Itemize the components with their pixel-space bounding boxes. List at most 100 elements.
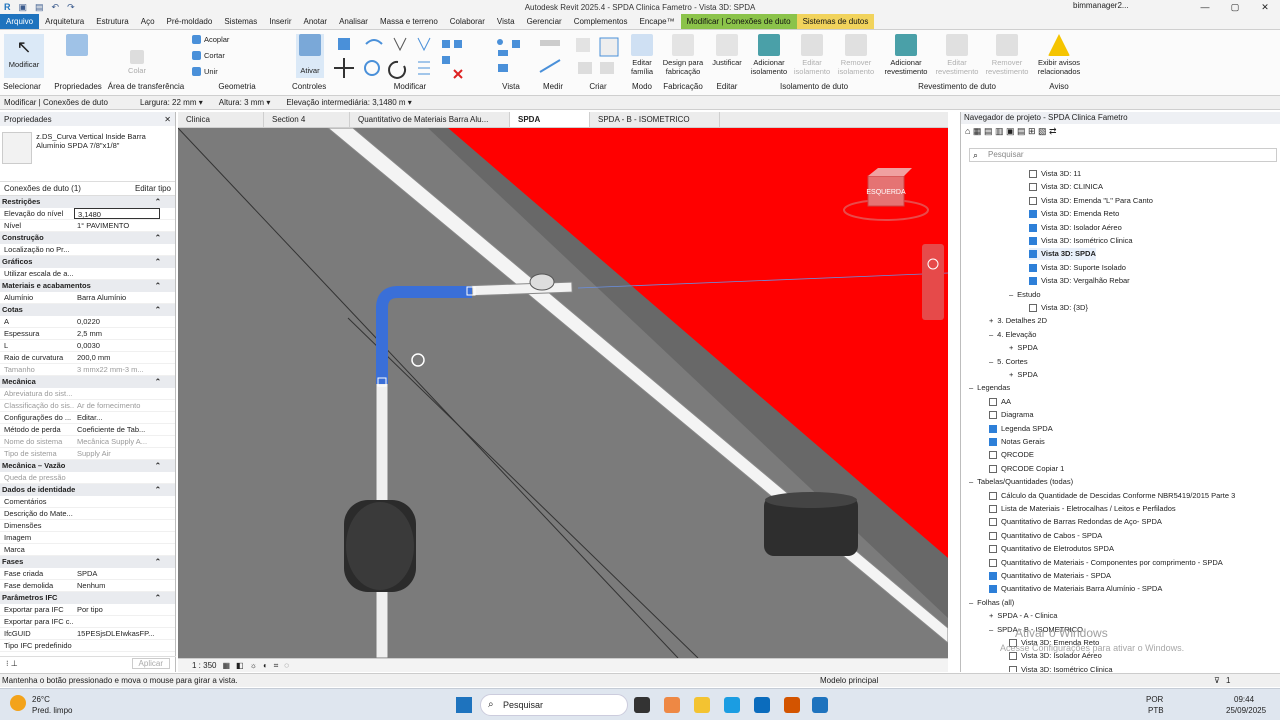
edit-family-button[interactable]: Editar família	[628, 34, 656, 76]
view-tab[interactable]: Clinica	[178, 112, 264, 127]
ribbon-tab[interactable]: Colaborar	[444, 14, 491, 29]
remove-lining-button[interactable]: Remover revestimento	[982, 34, 1032, 76]
ribbon-tab[interactable]: Inserir	[263, 14, 297, 29]
temporary-hide-icon[interactable]: ◌	[284, 661, 289, 670]
minimize-icon[interactable]: —	[1190, 0, 1220, 14]
apply-button[interactable]: Aplicar	[131, 658, 170, 669]
browser-tree-item[interactable]: Vista 3D: Emenda "L" Para Canto	[1029, 195, 1153, 207]
browser-tree-item[interactable]: Legenda SPDA	[989, 423, 1053, 435]
browser-tree-item[interactable]: Vista 3D: Isométrico Clinica	[1009, 664, 1113, 672]
browser-tree-item[interactable]: Vista 3D: Isométrico Clinica	[1029, 235, 1133, 247]
property-value[interactable]: 3 mmx22 mm-3 m...	[74, 364, 160, 375]
browser-tree-item[interactable]: – Tabelas/Quantidades (todas)	[969, 476, 1073, 488]
property-value[interactable]: Barra Alumínio	[74, 292, 160, 303]
close-palette-icon[interactable]: ✕	[164, 115, 171, 124]
property-value[interactable]: Nenhum	[74, 580, 160, 591]
revit-taskbar-icon[interactable]	[812, 697, 828, 713]
taskbar-search-input[interactable]: Pesquisar	[480, 694, 628, 716]
modify-button[interactable]: ↖ Modificar	[4, 34, 44, 78]
property-value[interactable]: Supply Air	[74, 448, 160, 459]
browser-toolbar[interactable]: ⌂ ▦ ▤ ▥ ▣ ▤ ⊞ ▧ ⇄	[965, 126, 1057, 137]
browser-tree-item[interactable]: – Estudo	[1009, 289, 1041, 301]
close-icon[interactable]: ✕	[1250, 0, 1280, 14]
browser-tree-item[interactable]: – Legendas	[969, 382, 1010, 394]
view-tab[interactable]: SPDA	[510, 112, 590, 127]
browser-tree-item[interactable]: Lista de Materiais - Eletrocalhas / Leit…	[989, 503, 1176, 515]
browser-tree-item[interactable]: Quantitativo de Cabos - SPDA	[989, 530, 1102, 542]
task-view-icon[interactable]	[634, 697, 650, 713]
ribbon-tab[interactable]: Arquitetura	[39, 14, 90, 29]
file-explorer-icon[interactable]	[694, 697, 710, 713]
collapse-icon[interactable]: ⌃	[155, 280, 161, 292]
browser-tree-item[interactable]: Quantitativo de Barras Redondas de Aço- …	[989, 516, 1162, 528]
property-value[interactable]	[74, 388, 160, 399]
ribbon-tab[interactable]: Arquivo	[0, 14, 40, 29]
browser-tree-item[interactable]: – Folhas (all)	[969, 597, 1014, 609]
filter-icon[interactable]: ⊽	[1214, 674, 1220, 688]
browser-search-input[interactable]: Pesquisar	[969, 148, 1277, 162]
collapse-icon[interactable]: ⌃	[155, 556, 161, 568]
ribbon-tab[interactable]: Gerenciar	[521, 14, 568, 29]
ribbon-tab[interactable]: Pré-moldado	[161, 14, 219, 29]
type-selector[interactable]: z.DS_Curva Vertical Inside Barra Alumíni…	[0, 126, 175, 182]
store-icon[interactable]	[754, 697, 770, 713]
middle-elevation-field[interactable]: Elevação intermediária: 3,1480 m ▾	[286, 98, 411, 107]
property-section-header[interactable]: Restrições ⌃	[0, 196, 175, 208]
windows-start-icon[interactable]	[456, 697, 472, 713]
design-fabrication-button[interactable]: Design para fabricação	[660, 34, 706, 76]
remove-insulation-button[interactable]: Remover isolamento	[834, 34, 878, 76]
browser-tree-item[interactable]: Quantitativo de Materiais - Componentes …	[989, 557, 1223, 569]
sun-path-icon[interactable]: ☼	[250, 661, 257, 670]
property-value[interactable]: 1° PAVIMENTO	[74, 220, 160, 231]
ribbon-tab[interactable]: Sistemas	[218, 14, 263, 29]
property-value[interactable]	[74, 472, 160, 483]
property-value[interactable]	[74, 640, 160, 651]
cut-button[interactable]: Cortar	[192, 51, 225, 60]
property-section-header[interactable]: Dados de identidade ⌃	[0, 484, 175, 496]
keyboard-layout[interactable]: PTB	[1148, 706, 1164, 715]
property-section-header[interactable]: Cotas ⌃	[0, 304, 175, 316]
collapse-icon[interactable]: ⌃	[155, 376, 161, 388]
active-workset[interactable]: Modelo principal	[820, 674, 878, 688]
browser-tree-item[interactable]: Vista 3D: Suporte Isolado	[1029, 262, 1126, 274]
ribbon-tab[interactable]: Complementos	[568, 14, 634, 29]
shadows-icon[interactable]: ◐	[263, 661, 268, 670]
selection-filter[interactable]: Conexões de duto (1)	[4, 184, 81, 193]
browser-tree-item[interactable]: +3. Detalhes 2D	[989, 315, 1047, 327]
view-tab[interactable]: Section 4	[264, 112, 350, 127]
edit-insulation-button[interactable]: Editar isolamento	[792, 34, 832, 76]
browser-tree-item[interactable]: + SPDA - A - Clinica	[989, 610, 1057, 622]
view-tools[interactable]	[494, 36, 524, 80]
ribbon-tab[interactable]: Vista	[491, 14, 521, 29]
3d-scene[interactable]: ESQUERDA	[178, 128, 948, 658]
collapse-icon[interactable]: ⌃	[155, 256, 161, 268]
property-section-header[interactable]: Mecânica ⌃	[0, 376, 175, 388]
property-section-header[interactable]: Fases ⌃	[0, 556, 175, 568]
ribbon-tab[interactable]: Sistemas de dutos	[796, 14, 875, 29]
ribbon-tab[interactable]: Estrutura	[90, 14, 134, 29]
browser-tree-item[interactable]: Quantitativo de Materiais - SPDA	[989, 570, 1111, 582]
edit-lining-button[interactable]: Editar revestimento	[934, 34, 980, 76]
ribbon-tab[interactable]: Analisar	[333, 14, 374, 29]
height-field[interactable]: Altura: 3 mm ▾	[219, 98, 271, 107]
property-value[interactable]: 0,0030	[74, 340, 160, 351]
add-insulation-button[interactable]: Adicionar isolamento	[748, 34, 790, 76]
property-value[interactable]: SPDA	[74, 568, 160, 579]
browser-tree-item[interactable]: Quantitativo de Eletrodutos SPDA	[989, 543, 1114, 555]
collapse-icon[interactable]: ⌃	[155, 304, 161, 316]
cope-button[interactable]: Acoplar	[192, 35, 229, 44]
browser-tree-item[interactable]: Diagrama	[989, 409, 1034, 421]
browser-tree-item[interactable]: AA	[989, 396, 1011, 408]
collapse-icon[interactable]: ⌃	[155, 232, 161, 244]
browser-tree-item[interactable]: Vista 3D: Emenda Reto	[1029, 208, 1119, 220]
browser-tree-item[interactable]: Notas Gerais	[989, 436, 1045, 448]
property-value[interactable]: Por tipo	[74, 604, 160, 615]
detail-level-icon[interactable]: ▦	[222, 661, 230, 670]
property-value[interactable]: Coeficiente de Tab...	[74, 424, 160, 435]
measure-tools[interactable]	[538, 36, 570, 80]
property-value[interactable]: 3,1480	[74, 208, 160, 219]
browser-tree-item[interactable]: QRCODE	[989, 449, 1034, 461]
modify-tools-icons[interactable]	[334, 36, 474, 80]
property-value[interactable]: Ar de fornecimento	[74, 400, 160, 411]
add-lining-button[interactable]: Adicionar revestimento	[880, 34, 932, 76]
